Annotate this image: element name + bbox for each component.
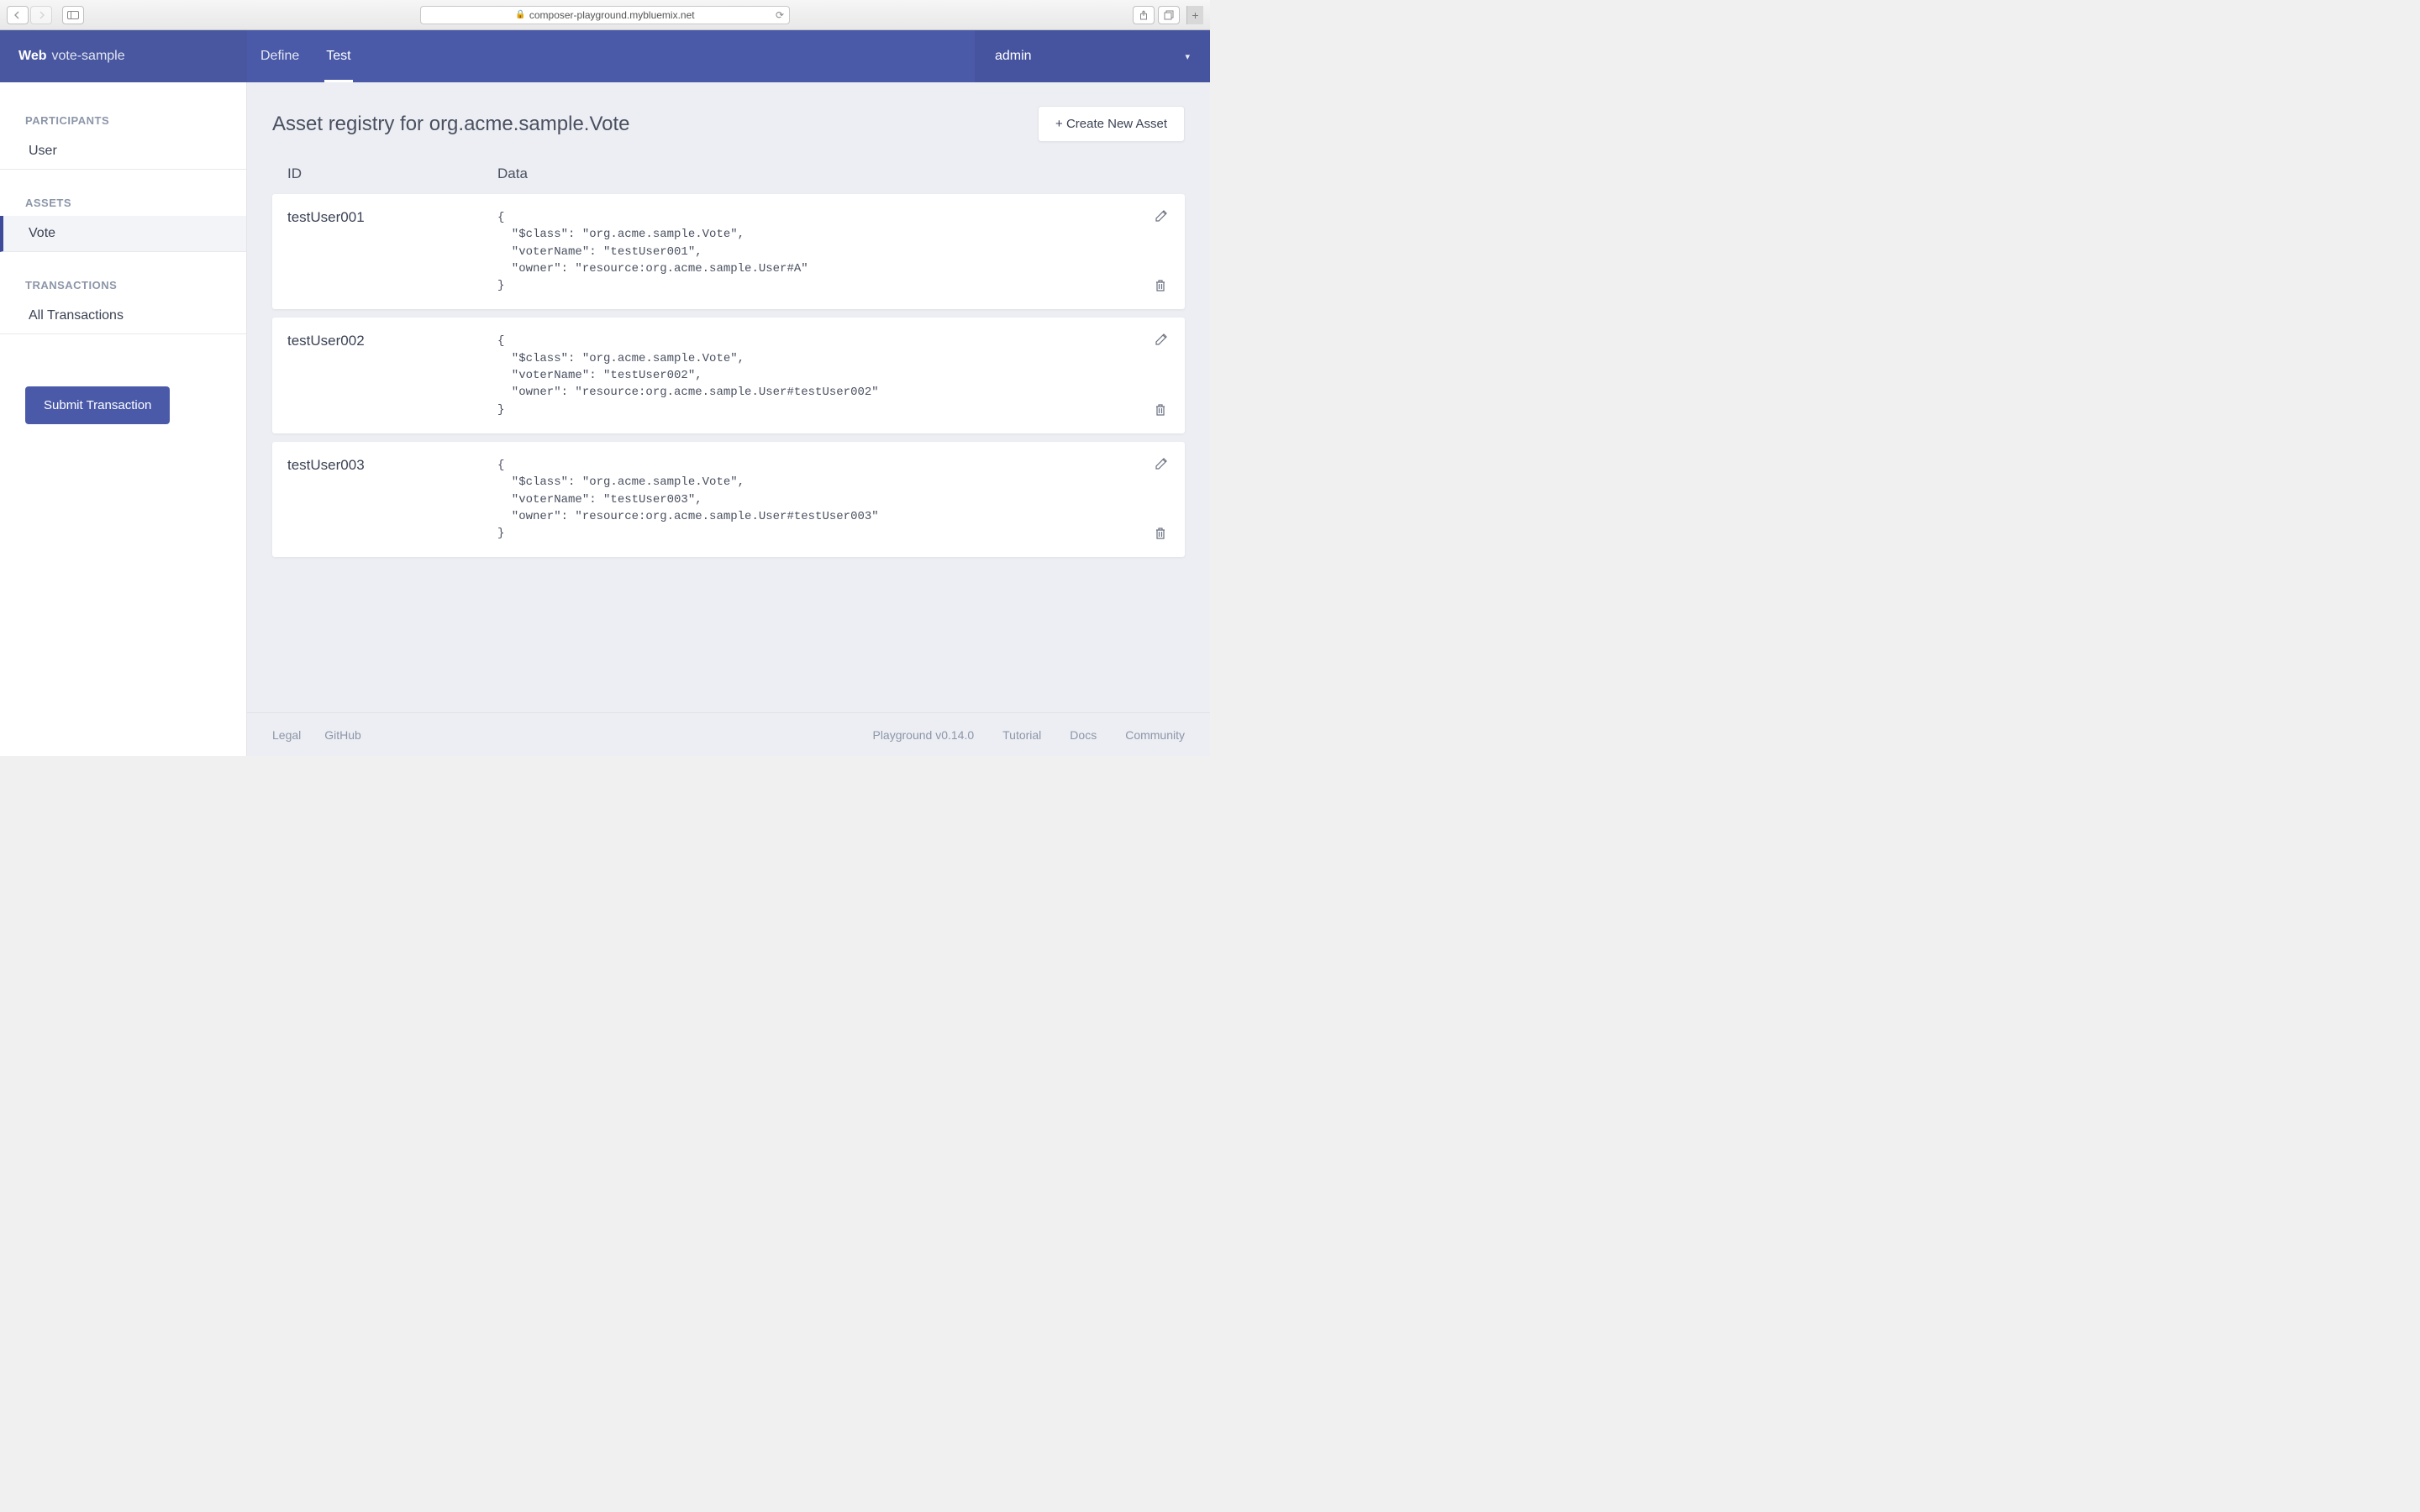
new-tab-button[interactable]: + <box>1186 6 1203 24</box>
delete-icon[interactable] <box>1155 279 1170 294</box>
create-asset-button[interactable]: + Create New Asset <box>1038 106 1185 142</box>
top-tabs: Define Test <box>247 30 365 82</box>
edit-icon[interactable] <box>1155 457 1170 472</box>
tabs-button[interactable] <box>1158 6 1180 24</box>
footer-github[interactable]: GitHub <box>324 728 361 742</box>
asset-row: testUser001{ "$class": "org.acme.sample.… <box>272 194 1185 309</box>
brand[interactable]: Web vote-sample <box>0 30 247 82</box>
asset-id: testUser003 <box>287 457 497 542</box>
user-name: admin <box>995 49 1032 64</box>
brand-bold: Web <box>18 49 46 64</box>
content: Asset registry for org.acme.sample.Vote … <box>247 82 1210 756</box>
column-id: ID <box>287 165 497 182</box>
tab-test[interactable]: Test <box>313 30 364 82</box>
sidebar-item-vote[interactable]: Vote <box>0 216 246 252</box>
page-title: Asset registry for org.acme.sample.Vote <box>272 113 630 136</box>
edit-icon[interactable] <box>1155 333 1170 348</box>
sidebar-item-all-transactions[interactable]: All Transactions <box>0 298 246 334</box>
footer: Legal GitHub Playground v0.14.0 Tutorial… <box>247 712 1210 756</box>
sidebar-heading-assets: ASSETS <box>0 188 246 216</box>
asset-data: { "$class": "org.acme.sample.Vote", "vot… <box>497 457 1136 542</box>
edit-icon[interactable] <box>1155 209 1170 224</box>
asset-data: { "$class": "org.acme.sample.Vote", "vot… <box>497 333 1136 417</box>
sidebar: PARTICIPANTS User ASSETS Vote TRANSACTIO… <box>0 82 247 756</box>
asset-id: testUser002 <box>287 333 497 417</box>
reload-icon[interactable]: ⟳ <box>776 9 784 21</box>
sidebar-item-user[interactable]: User <box>0 134 246 170</box>
brand-name: vote-sample <box>51 49 124 64</box>
app-header: Web vote-sample Define Test admin ▾ <box>0 30 1210 82</box>
sidebar-heading-transactions: TRANSACTIONS <box>0 270 246 298</box>
forward-button[interactable] <box>30 6 52 24</box>
footer-community[interactable]: Community <box>1125 728 1185 742</box>
asset-data: { "$class": "org.acme.sample.Vote", "vot… <box>497 209 1136 294</box>
lock-icon: 🔒 <box>515 10 525 19</box>
sidebar-heading-participants: PARTICIPANTS <box>0 106 246 134</box>
delete-icon[interactable] <box>1155 403 1170 418</box>
chevron-down-icon: ▾ <box>1185 51 1190 62</box>
back-button[interactable] <box>7 6 29 24</box>
tab-define[interactable]: Define <box>247 30 313 82</box>
user-dropdown[interactable]: admin ▾ <box>975 30 1210 82</box>
footer-docs[interactable]: Docs <box>1070 728 1097 742</box>
delete-icon[interactable] <box>1155 527 1170 542</box>
share-button[interactable] <box>1133 6 1155 24</box>
submit-transaction-button[interactable]: Submit Transaction <box>25 386 170 424</box>
asset-row: testUser002{ "$class": "org.acme.sample.… <box>272 318 1185 433</box>
sidebar-toggle-button[interactable] <box>62 6 84 24</box>
footer-version[interactable]: Playground v0.14.0 <box>872 728 974 742</box>
footer-tutorial[interactable]: Tutorial <box>1002 728 1041 742</box>
asset-id: testUser001 <box>287 209 497 294</box>
browser-chrome: 🔒 composer-playground.mybluemix.net ⟳ + <box>0 0 1210 30</box>
footer-legal[interactable]: Legal <box>272 728 301 742</box>
url-bar[interactable]: 🔒 composer-playground.mybluemix.net ⟳ <box>420 6 790 24</box>
url-text: composer-playground.mybluemix.net <box>529 9 695 21</box>
asset-row: testUser003{ "$class": "org.acme.sample.… <box>272 442 1185 557</box>
list-header: ID Data <box>272 165 1185 194</box>
column-data: Data <box>497 165 1170 182</box>
